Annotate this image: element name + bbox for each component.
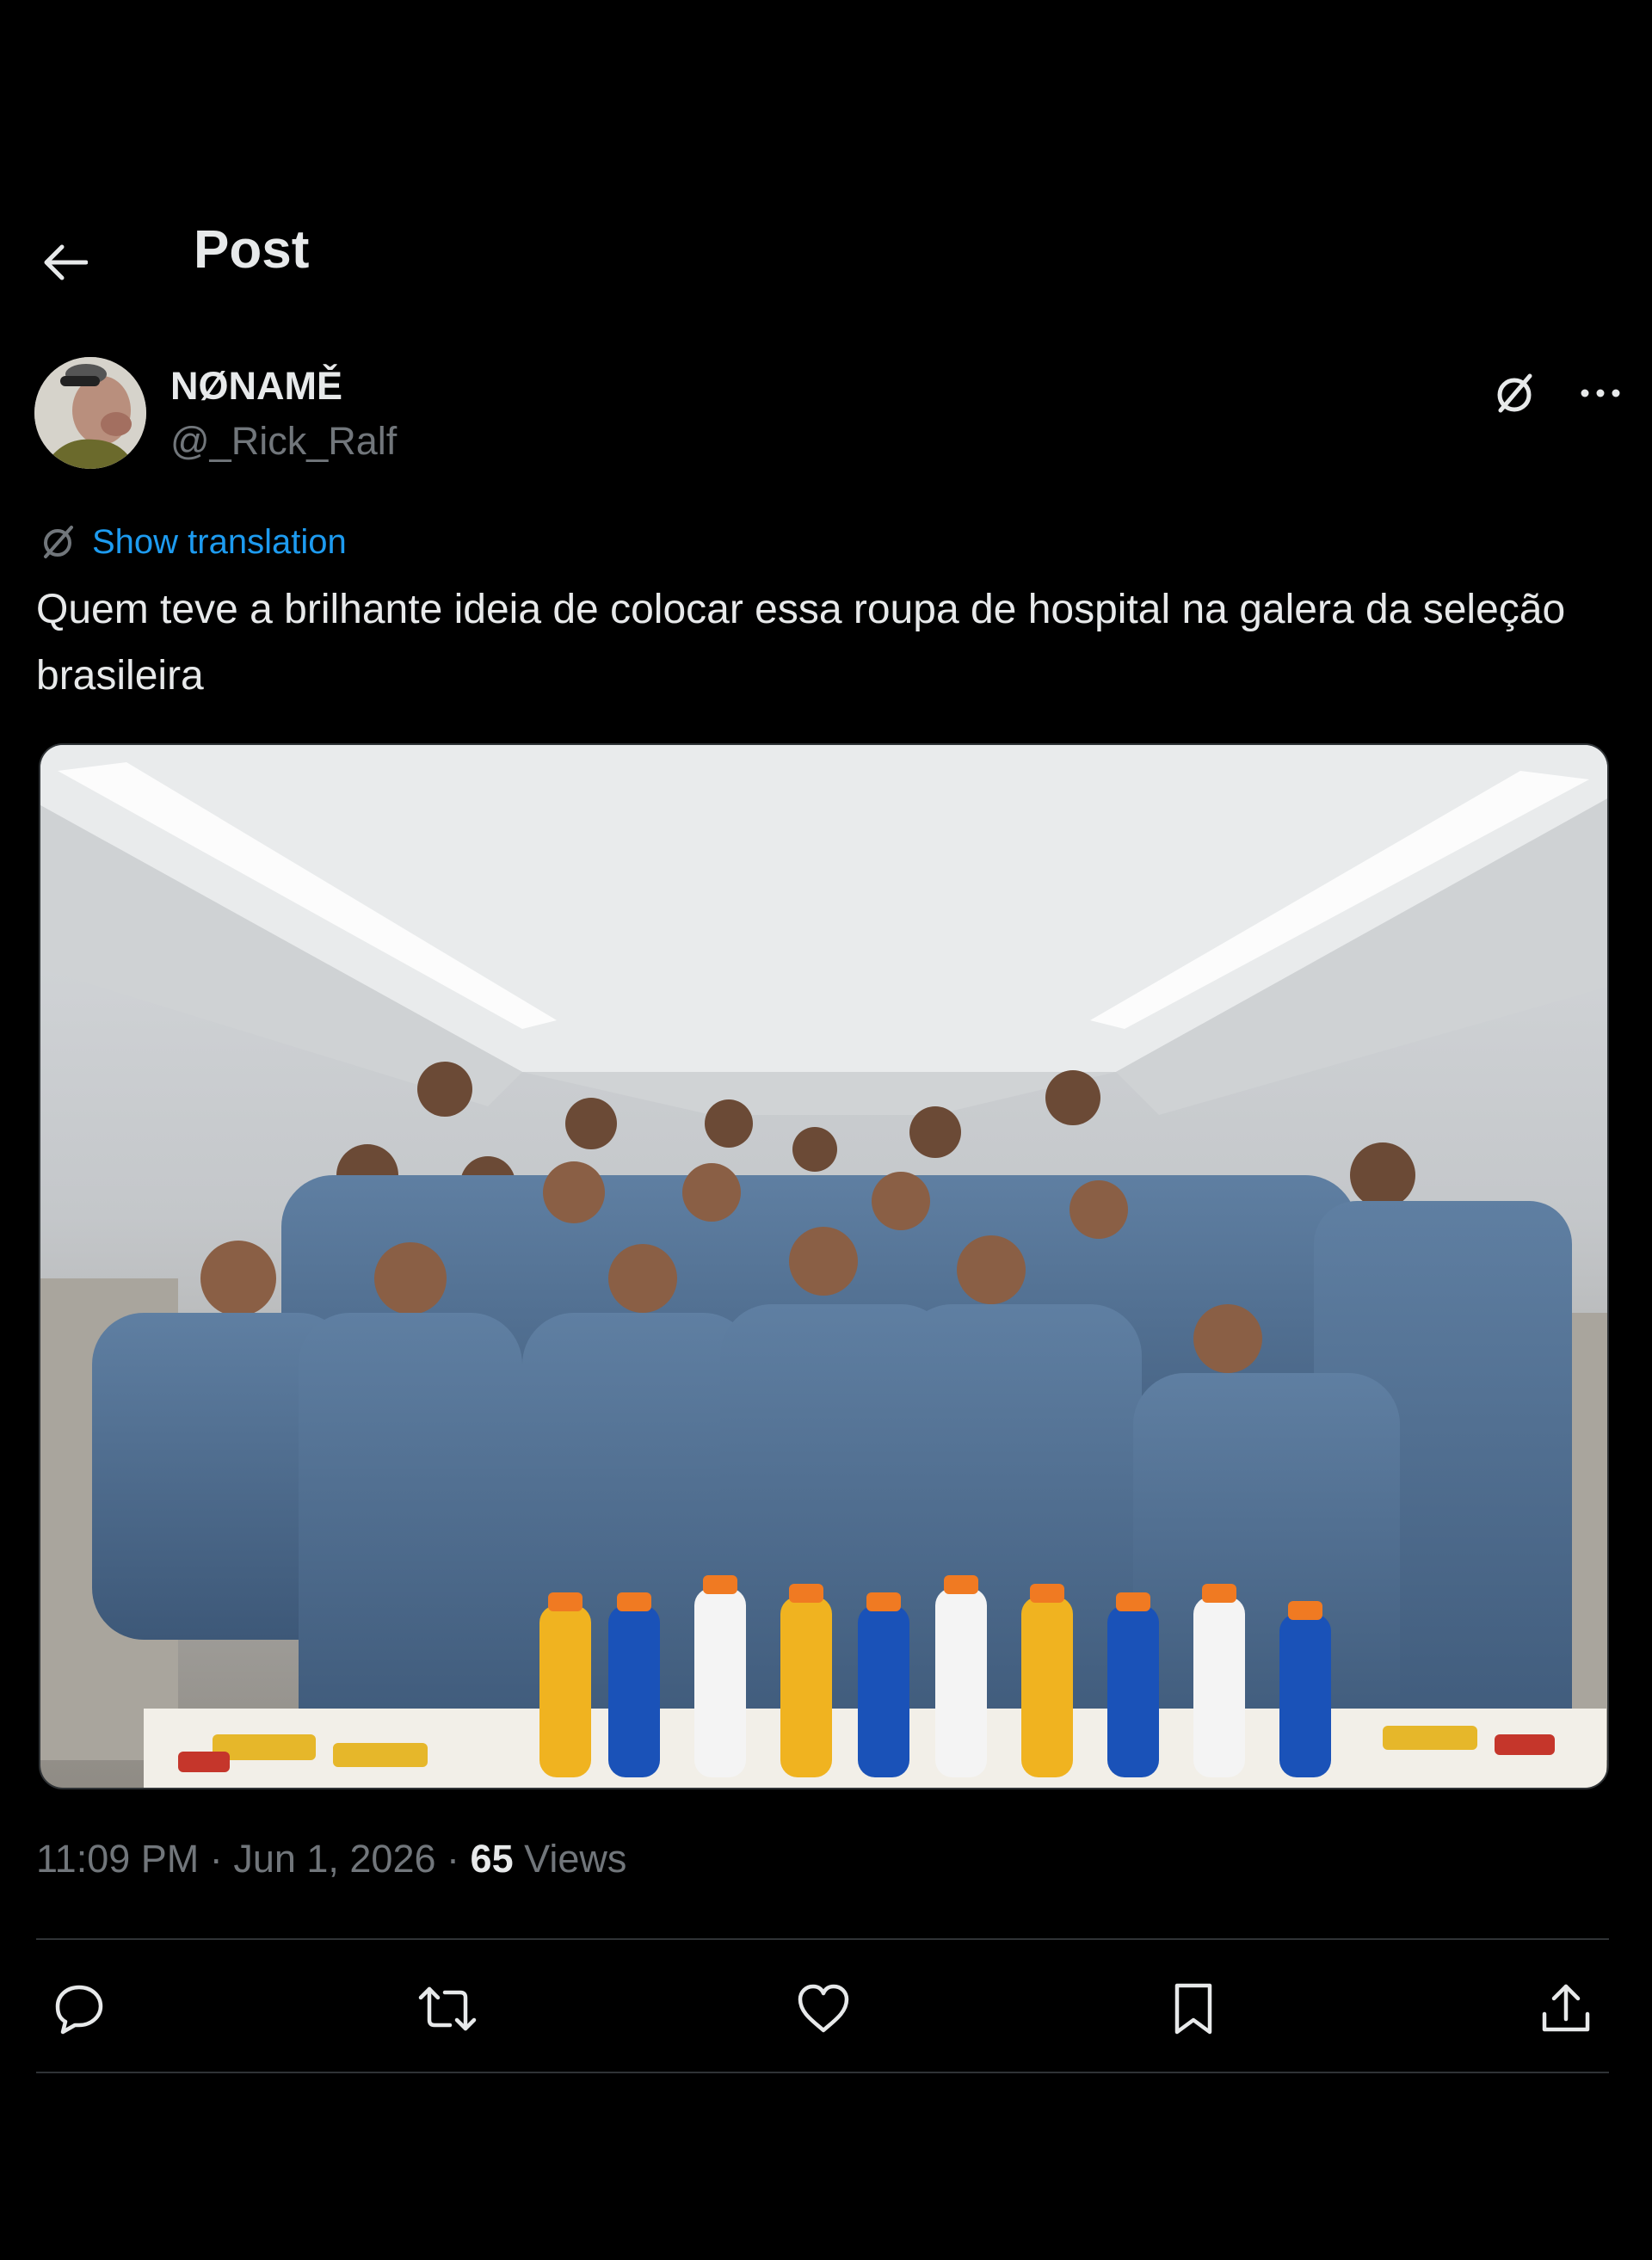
post-photo[interactable] — [39, 743, 1609, 1789]
post-author: NØNAMĚ @_Rick_Ralf — [34, 357, 1620, 477]
meta-separator: · — [209, 1837, 223, 1881]
repost-icon — [418, 1986, 477, 2031]
grok-icon — [1497, 373, 1532, 413]
post-meta: 11:09 PM · Jun 1, 2026 · 65 Views — [36, 1837, 626, 1881]
more-options-button[interactable] — [1566, 359, 1635, 428]
arrow-left-icon — [44, 244, 88, 280]
author-handle[interactable]: @_Rick_Ralf — [170, 419, 397, 464]
reply-icon — [55, 1985, 103, 2035]
divider — [36, 1938, 1609, 1940]
post-date[interactable]: Jun 1, 2026 — [233, 1837, 435, 1881]
grok-button[interactable] — [1480, 359, 1549, 428]
heart-icon — [798, 1984, 849, 2033]
photo-illustration — [40, 745, 1607, 1788]
top-bar: Post — [0, 206, 1652, 301]
post-time[interactable]: 11:09 PM — [36, 1837, 199, 1881]
grok-translate-icon — [44, 526, 73, 558]
bookmark-icon — [1174, 1983, 1212, 2035]
show-translation-label: Show translation — [92, 522, 347, 561]
author-display-name[interactable]: NØNAMĚ — [170, 364, 342, 409]
views-label: Views — [524, 1837, 627, 1881]
share-button[interactable] — [1527, 1970, 1605, 2048]
share-icon — [1542, 1984, 1590, 2032]
post-text: Quem teve a brilhante ideia de colocar e… — [36, 587, 1566, 699]
page-title: Post — [194, 220, 310, 280]
more-icon — [1581, 389, 1620, 397]
bookmark-button[interactable] — [1155, 1970, 1232, 2048]
views-count: 65 — [470, 1837, 514, 1881]
repost-button[interactable] — [409, 1970, 486, 2048]
like-button[interactable] — [785, 1970, 862, 2048]
avatar[interactable] — [34, 357, 146, 469]
back-button[interactable] — [34, 232, 95, 293]
show-translation-link[interactable]: Show translation — [39, 516, 347, 568]
avatar-image — [34, 357, 146, 469]
divider — [36, 2072, 1609, 2073]
reply-button[interactable] — [40, 1970, 118, 2048]
meta-separator: · — [447, 1837, 460, 1881]
